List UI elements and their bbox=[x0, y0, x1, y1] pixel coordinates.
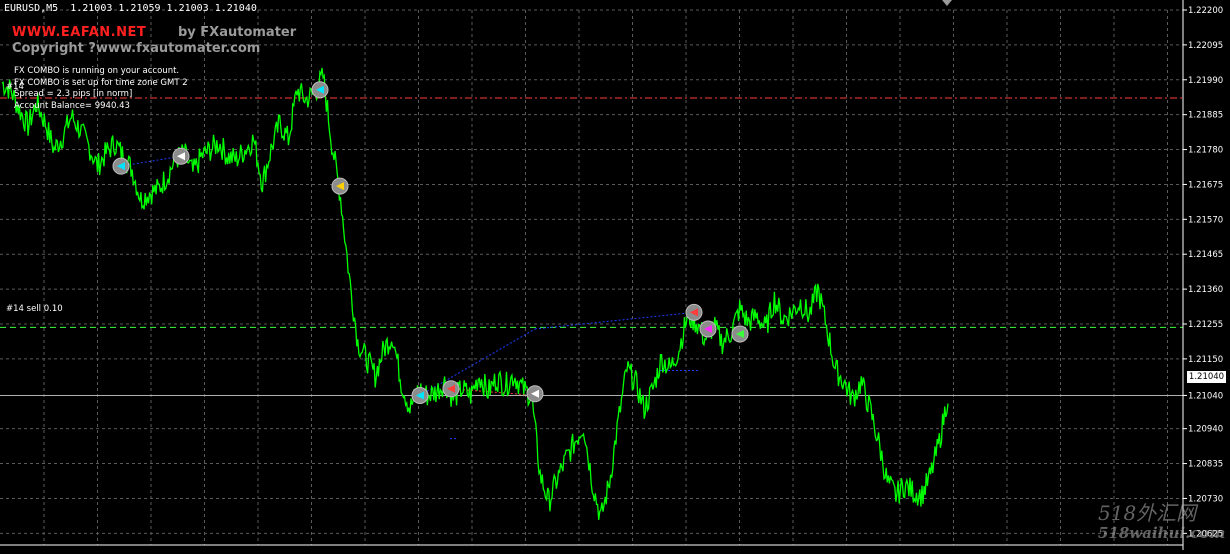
trade-lines bbox=[120, 155, 700, 440]
info-line: FX COMBO is running on your account. bbox=[14, 66, 180, 76]
trade-line bbox=[534, 311, 695, 330]
order-label-mid: #14 sell 0.10 bbox=[6, 304, 63, 314]
watermark-line: 518waihui.com bbox=[1098, 524, 1226, 542]
info-line: Spread = 2.3 pips [in norm] bbox=[14, 89, 133, 99]
current-price-tag: 1.21040 bbox=[1187, 371, 1226, 383]
y-tick-label: 1.20940 bbox=[1188, 425, 1223, 435]
y-tick-label: 1.21465 bbox=[1188, 250, 1223, 260]
by-label: by FXautomater bbox=[178, 25, 297, 40]
y-tick-label: 1.22095 bbox=[1188, 41, 1223, 51]
order-lines bbox=[0, 97, 1183, 328]
y-tick-label: 1.21990 bbox=[1188, 76, 1223, 86]
order-label-top: #14 bbox=[6, 82, 24, 92]
watermark-line: 518外汇网 bbox=[1098, 501, 1197, 525]
price-line bbox=[1, 67, 949, 520]
y-tick-label: 1.21360 bbox=[1188, 285, 1223, 295]
y-tick-label: 1.21255 bbox=[1188, 320, 1223, 330]
copyright-label: Copyright ?www.fxautomater.com bbox=[12, 41, 261, 56]
info-panel: FX COMBO is running on your account. FX … bbox=[14, 66, 188, 112]
scroll-marker-icon[interactable] bbox=[942, 0, 952, 6]
y-tick-label: 1.20835 bbox=[1188, 460, 1223, 470]
y-tick-label: 1.21570 bbox=[1188, 215, 1223, 225]
info-line: Account Balance= 9940.43 bbox=[14, 100, 130, 111]
trade-markers[interactable] bbox=[112, 81, 749, 404]
price-series bbox=[1, 67, 949, 520]
y-tick-label: 1.22200 bbox=[1188, 6, 1223, 16]
info-line: FX COMBO is set up for time zone GMT 2 bbox=[14, 77, 188, 88]
symbol-header: EURUSD,M5 1.21003 1.21059 1.21003 1.2104… bbox=[4, 3, 257, 14]
y-tick-label: 1.21040 bbox=[1188, 391, 1223, 401]
y-tick-label: 1.21675 bbox=[1188, 180, 1223, 190]
site-label[interactable]: WWW.EAFAN.NET bbox=[12, 25, 146, 40]
y-tick-label: 1.21885 bbox=[1188, 111, 1223, 121]
y-tick-label: 1.21150 bbox=[1188, 355, 1223, 365]
watermark: 518外汇网 518waihui.com bbox=[1098, 502, 1225, 542]
chart-area[interactable]: 1.22200 1.22095 1.21990 1.21885 1.21780 1.216… bbox=[0, 0, 1230, 550]
y-tick-label: 1.21780 bbox=[1188, 146, 1223, 156]
